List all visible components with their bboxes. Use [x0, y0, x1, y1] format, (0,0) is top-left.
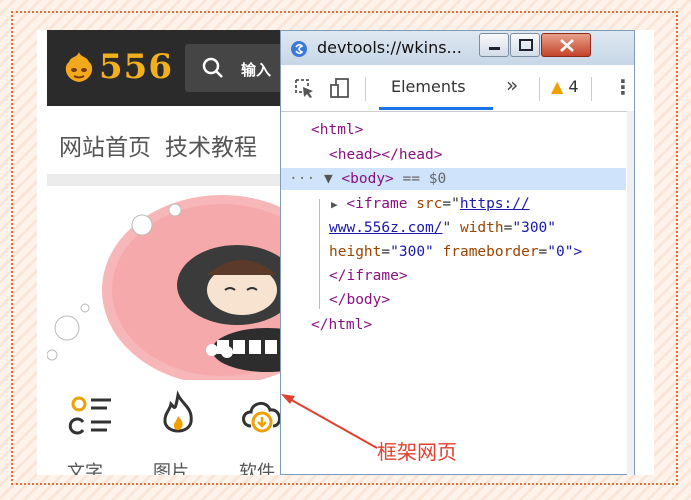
screenshot-area: 556 输入 网站首页 技术教程 文字 图片 软件 devtools://wki… — [37, 30, 654, 475]
annotation-label: 框架网页 — [377, 440, 457, 464]
annotation-arrow — [281, 394, 378, 449]
